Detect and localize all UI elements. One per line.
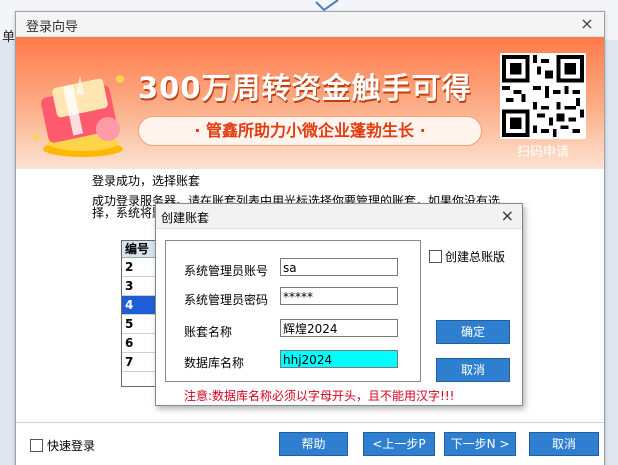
qr-code-icon[interactable] [500,53,586,139]
create-account-set-dialog: 创建账套 × 系统管理员账号 sa 系统管理员密码 ***** 账套名称 辉煌2… [155,203,523,406]
previous-step-button[interactable]: <上一步P [363,432,435,456]
account-set-form: 系统管理员账号 sa 系统管理员密码 ***** 账套名称 辉煌2024 数据库… [165,240,421,382]
scan-apply-label: 扫码申请 [516,145,569,160]
help-button[interactable]: 帮助 [279,432,348,456]
banner-subline: · 管鑫所助力小微企业蓬勃生长 · [138,116,482,146]
close-icon[interactable]: × [578,14,596,33]
database-name-input[interactable]: hhj2024 [280,350,398,368]
admin-password-label: 系统管理员密码 [184,293,269,307]
admin-account-input[interactable]: sa [280,258,398,276]
list-item[interactable]: 3 [122,277,158,296]
dialog-titlebar: 创建账套 × [156,204,522,229]
list-header-number[interactable]: 编号 [122,241,158,258]
promo-banner[interactable]: 300万周转资金触手可得 · 管鑫所助力小微企业蓬勃生长 · 扫码申请 [16,37,604,169]
create-master-ledger-label: 创建总账版 [445,250,506,264]
ok-button[interactable]: 确定 [436,320,510,344]
account-set-name-label: 账套名称 [184,325,233,339]
list-item[interactable]: 7 [122,353,158,372]
next-step-button[interactable]: 下一步N > [444,432,516,456]
login-success-text: 登录成功，选择账套 [92,174,201,188]
create-master-ledger-checkbox[interactable] [429,250,442,263]
quick-login-checkbox[interactable] [30,439,43,452]
database-name-label: 数据库名称 [184,356,245,370]
banner-headline: 300万周转资金触手可得 [138,71,472,105]
dialog-title: 创建账套 [161,211,210,225]
database-name-warning: 注意:数据库名称必须以字母开头，且不能用汉字!!! [184,389,455,403]
admin-password-input[interactable]: ***** [280,287,398,305]
cancel-button[interactable]: 取消 [529,432,599,456]
wizard-footer: 快速登录 帮助 <上一步P 下一步N > 取消 [16,422,604,465]
list-item[interactable]: 5 [122,315,158,334]
wizard-title: 登录向导 [26,20,79,35]
list-item-selected[interactable]: 4 [122,296,158,315]
gift-box-icon [33,75,124,157]
wizard-titlebar: 登录向导 × [16,12,604,37]
account-set-name-input[interactable]: 辉煌2024 [280,319,398,337]
admin-account-label: 系统管理员账号 [184,264,269,278]
quick-login-label: 快速登录 [47,439,96,453]
account-set-list[interactable]: 编号 2 3 4 5 6 7 [121,240,159,387]
close-icon[interactable]: × [501,206,514,225]
dialog-cancel-button[interactable]: 取消 [436,358,510,382]
list-item[interactable]: 6 [122,334,158,353]
list-item[interactable]: 2 [122,258,158,277]
background-sidebar-label: 单 [2,30,16,45]
